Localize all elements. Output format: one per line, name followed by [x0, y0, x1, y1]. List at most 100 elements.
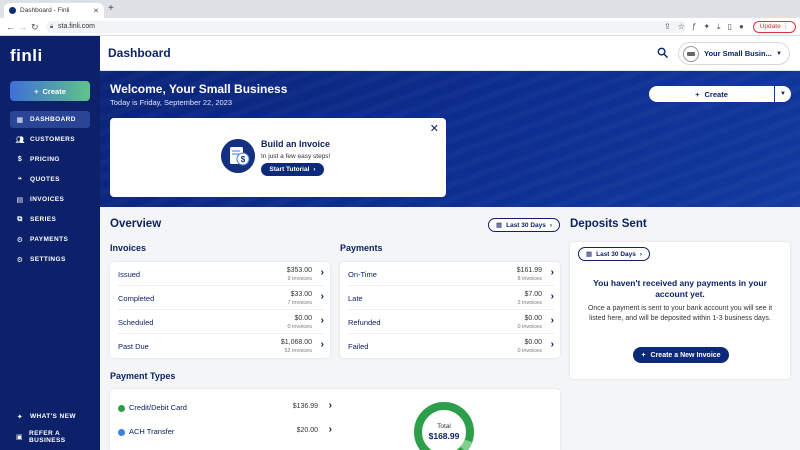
- invoice-row-completed[interactable]: Completed $33.00 7 invoices ›: [118, 286, 324, 310]
- dashboard-icon: ▦: [16, 116, 24, 124]
- browser-tab-bar: Dashboard - Finli ✕ +: [0, 0, 800, 18]
- sidebar-item-series[interactable]: ⧉ SERIES: [10, 211, 90, 228]
- sidebar-item-refer-a-business[interactable]: ▣ REFER A BUSINESS: [10, 428, 90, 445]
- sidebar: finli + Create ▦ DASHBOARD 👥︎ CUSTOMERS …: [0, 36, 100, 450]
- build-invoice-card: ✕ $ Build an Invoice In just a few easy …: [110, 118, 446, 197]
- start-tutorial-button[interactable]: Start Tutorial ›: [261, 163, 324, 176]
- invoice-illustration-icon: $: [221, 139, 255, 173]
- deposits-empty-body: Once a payment is sent to your bank acco…: [587, 305, 773, 322]
- chevron-right-icon: ›: [320, 267, 324, 278]
- tab-close-icon[interactable]: ✕: [93, 7, 99, 15]
- payment-row-refunded[interactable]: Refunded $0.00 0 invoices ›: [348, 310, 554, 334]
- donut-total-label: Total: [437, 423, 451, 430]
- chevron-right-icon: ›: [313, 166, 316, 173]
- caret-down-icon: ▼: [776, 50, 782, 57]
- overview-range-button[interactable]: ▦ Last 30 Days ›: [488, 218, 560, 232]
- chevron-right-icon: ›: [639, 250, 643, 258]
- lock-icon: 🔒︎: [50, 24, 54, 30]
- legend-dot: [118, 429, 125, 436]
- chevron-right-icon: ›: [320, 291, 324, 302]
- profile-icon[interactable]: ●: [739, 20, 744, 34]
- chevron-right-icon: ›: [550, 339, 554, 350]
- sidebar-nav: ▦ DASHBOARD 👥︎ CUSTOMERS $ PRICING ❝ QUO…: [10, 111, 90, 271]
- tab-title: Dashboard - Finli: [20, 7, 70, 14]
- share-icon[interactable]: ⇪: [664, 20, 671, 34]
- donut-total-value: $168.99: [428, 431, 460, 441]
- reload-icon[interactable]: ↻: [31, 20, 39, 34]
- payment-row-late[interactable]: Late $7.00 2 invoices ›: [348, 286, 554, 310]
- payments-section-title: Payments: [340, 243, 383, 253]
- settings-icon: ⚙: [16, 256, 24, 264]
- page-title: Dashboard: [108, 46, 171, 60]
- side-panel-icon[interactable]: ▯: [728, 20, 732, 34]
- create-new-invoice-button[interactable]: + Create a New Invoice: [633, 347, 729, 363]
- bookmark-star-icon[interactable]: ☆: [678, 20, 685, 34]
- invoices-section-title: Invoices: [110, 243, 147, 253]
- today-date: Today is Friday, September 22, 2023: [110, 98, 233, 107]
- calendar-icon: ▦: [495, 222, 503, 229]
- sparkle-icon: ✦: [16, 413, 24, 421]
- hero-create-dropdown[interactable]: ▼: [775, 86, 791, 102]
- plus-icon: +: [34, 86, 39, 96]
- browser-tab[interactable]: Dashboard - Finli ✕: [4, 3, 104, 18]
- hero-create-button[interactable]: + Create: [649, 86, 774, 102]
- gift-icon: ▣: [16, 433, 24, 441]
- deposits-empty-heading: You haven't received any payments in you…: [593, 278, 767, 299]
- sidebar-item-quotes[interactable]: ❝ QUOTES: [10, 171, 90, 188]
- deposits-range-button[interactable]: ▦ Last 30 Days ›: [578, 247, 650, 261]
- overview-title: Overview: [110, 218, 162, 230]
- payment-type-row-card[interactable]: Credit/Debit Card $136.99 ›: [118, 398, 332, 420]
- invoice-row-scheduled[interactable]: Scheduled $0.00 0 invoices ›: [118, 310, 324, 334]
- series-icon: ⧉: [17, 215, 23, 223]
- extension-f-icon[interactable]: ƒ: [692, 20, 696, 34]
- back-icon[interactable]: ←: [6, 20, 15, 34]
- finli-logo[interactable]: finli: [10, 46, 43, 66]
- chevron-right-icon: ›: [328, 400, 332, 411]
- invoices-card: Issued $353.00 9 invoices › Completed $3…: [110, 262, 330, 358]
- pricing-icon: $: [17, 156, 23, 163]
- payments-card: On-Time $161.99 8 invoices › Late $7.00 …: [340, 262, 560, 358]
- account-switcher[interactable]: Your Small Busin... ▼: [678, 42, 790, 65]
- new-tab-icon[interactable]: +: [108, 3, 114, 15]
- close-icon[interactable]: ✕: [430, 122, 439, 135]
- quotes-icon: ❝: [17, 176, 23, 184]
- legend-dot: [118, 405, 125, 412]
- sidebar-create-button[interactable]: + Create: [10, 81, 90, 101]
- payment-row-on-time[interactable]: On-Time $161.99 8 invoices ›: [348, 262, 554, 286]
- payment-type-row-ach[interactable]: ACH Transfer $20.00 ›: [118, 422, 332, 444]
- payment-row-failed[interactable]: Failed $0.00 0 invoices ›: [348, 334, 554, 358]
- chevron-right-icon: ›: [320, 339, 324, 350]
- payment-types-card: Credit/Debit Card $136.99 › ACH Transfer…: [110, 389, 560, 450]
- sidebar-item-settings[interactable]: ⚙ SETTINGS: [10, 251, 90, 268]
- puzzle-extensions-icon[interactable]: ✦: [703, 20, 710, 34]
- sidebar-item-whats-new[interactable]: ✦ WHAT'S NEW: [10, 408, 90, 425]
- sidebar-item-dashboard[interactable]: ▦ DASHBOARD: [10, 111, 90, 128]
- invoice-row-issued[interactable]: Issued $353.00 9 invoices ›: [118, 262, 324, 286]
- deposits-card: ▦ Last 30 Days › You haven't received an…: [570, 242, 790, 379]
- deposits-title: Deposits Sent: [570, 218, 647, 230]
- url-field[interactable]: 🔒︎ sta.finli.com: [46, 21, 686, 33]
- invoice-row-past-due[interactable]: Past Due $1,068.00 52 invoices ›: [118, 334, 324, 358]
- finli-favicon-icon: [9, 7, 16, 14]
- chevron-right-icon: ›: [328, 424, 332, 435]
- chevron-down-icon: ▼: [780, 91, 786, 97]
- search-icon[interactable]: [657, 47, 668, 58]
- page-header: Dashboard Your Small Busin... ▼: [100, 36, 800, 71]
- invoices-icon: ▤: [16, 196, 24, 204]
- sidebar-item-customers[interactable]: 👥︎ CUSTOMERS: [10, 131, 90, 148]
- chevron-right-icon: ›: [320, 315, 324, 326]
- chevron-right-icon: ›: [550, 267, 554, 278]
- sidebar-item-invoices[interactable]: ▤ INVOICES: [10, 191, 90, 208]
- browser-update-button[interactable]: Update ⋮: [752, 21, 796, 33]
- plus-icon: +: [695, 89, 700, 99]
- chevron-right-icon: ›: [550, 315, 554, 326]
- chevron-right-icon: ›: [549, 221, 553, 229]
- download-icon[interactable]: ⤓: [717, 20, 721, 34]
- forward-icon[interactable]: →: [18, 20, 27, 34]
- sidebar-item-pricing[interactable]: $ PRICING: [10, 151, 90, 168]
- sidebar-item-payments[interactable]: ⚙ PAYMENTS: [10, 231, 90, 248]
- welcome-banner: Welcome, Your Small Business Today is Fr…: [100, 71, 800, 207]
- build-invoice-title: Build an Invoice: [261, 139, 331, 149]
- address-bar: ← → ↻ 🔒︎ sta.finli.com ⇪ ☆ ƒ ✦ ⤓ ▯ ● Upd…: [0, 18, 800, 36]
- customers-icon: 👥︎: [15, 136, 25, 144]
